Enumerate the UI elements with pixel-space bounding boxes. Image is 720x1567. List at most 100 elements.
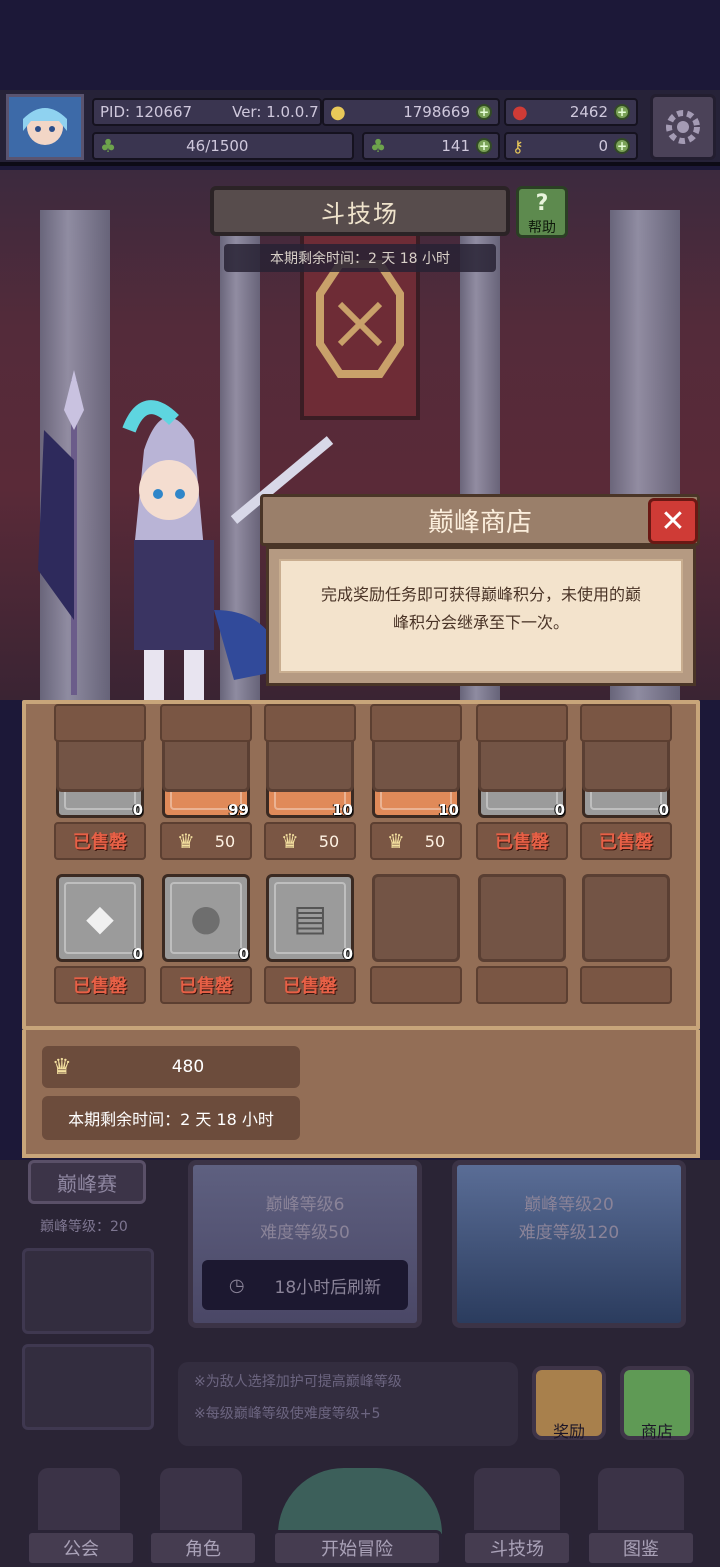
- nav-character[interactable]: 角色: [148, 1530, 258, 1566]
- empty-price-tag: [370, 704, 462, 742]
- reward-button[interactable]: 奖励: [532, 1366, 606, 1441]
- gem-counter: ● 2462 +: [504, 98, 638, 126]
- guild-icon: [38, 1468, 120, 1534]
- side-slot[interactable]: [22, 1344, 154, 1430]
- shop-panel: ▣0已售罄🧰99♛50☘10♛50✉10♛50✉0已售罄◆0已售罄◆0已售罄●0…: [22, 700, 700, 1030]
- sold-out-label: 已售罄: [73, 976, 127, 997]
- coin-icon: ●: [330, 101, 346, 123]
- magnifier-icon: [278, 1468, 442, 1534]
- item-quantity: 0: [132, 945, 143, 963]
- nav-arena[interactable]: 斗技场: [462, 1530, 572, 1566]
- version-text: Ver: 1.0.0.7: [232, 103, 319, 121]
- clover-icon: ♣: [370, 135, 387, 157]
- price-tag: 已售罄: [54, 822, 146, 860]
- close-button[interactable]: ✕: [648, 498, 698, 544]
- gem-value: 2462: [569, 103, 608, 121]
- side-slot[interactable]: [22, 1248, 154, 1334]
- add-gem-icon[interactable]: +: [614, 104, 630, 120]
- crown-icon: ♛: [52, 1054, 72, 1080]
- store-label: 商店: [640, 1422, 673, 1441]
- shop-item-slot[interactable]: ▤ 0: [266, 874, 354, 963]
- exp-bar: ♣ 46/1500: [92, 132, 354, 160]
- resource-bar: PID: 120667 Ver: 1.0.0.7 ● 1798669 + ● 2…: [0, 90, 720, 166]
- peak-level-text: 巅峰等级：20: [40, 1219, 128, 1235]
- top-blank-area: [0, 0, 720, 90]
- key-icon: ⚷: [512, 136, 524, 156]
- settings-button[interactable]: [650, 94, 716, 160]
- player-avatar[interactable]: [6, 94, 84, 160]
- gear-icon: [666, 110, 700, 144]
- item-quantity: 99: [228, 801, 249, 819]
- crown-icon: ♛: [386, 829, 405, 853]
- empty-price-tag: [370, 966, 462, 1004]
- item-quantity: 0: [132, 801, 143, 819]
- peak-points-bar: ♛ 480: [42, 1046, 300, 1088]
- stone-ore-icon: ●: [190, 897, 222, 939]
- reward-label: 奖励: [552, 1422, 585, 1441]
- note-line: ※每级巅峰等级使难度等级+5: [194, 1406, 381, 1422]
- refresh-text: 18小时后刷新: [274, 1277, 382, 1298]
- card1-peak-level: 巅峰等级6: [265, 1195, 345, 1215]
- add-clover-icon[interactable]: +: [476, 138, 492, 154]
- clover-value: 141: [441, 137, 470, 155]
- peak-notes: ※为敌人选择加护可提高巅峰等级 ※每级巅峰等级使难度等级+5: [178, 1362, 518, 1446]
- empty-price-tag: [264, 704, 356, 742]
- bottom-navigation: 公会 角色 开始冒险 斗技场 图鉴: [0, 1468, 720, 1567]
- empty-slot: [582, 874, 670, 962]
- shop-item-slot[interactable]: ◆0: [56, 874, 144, 963]
- price-tag: 已售罄: [580, 822, 672, 860]
- shop-remaining-time: 本期剩余时间：2 天 18 小时: [42, 1096, 300, 1140]
- store-button[interactable]: 商店: [620, 1366, 694, 1441]
- peak-match-button[interactable]: 巅峰赛: [28, 1160, 146, 1204]
- price-tag[interactable]: ♛ 50: [160, 822, 252, 860]
- price-value: 50: [318, 831, 340, 851]
- help-label: 帮助: [528, 220, 556, 236]
- sold-out-label: 已售罄: [73, 832, 127, 853]
- add-gold-icon[interactable]: +: [476, 104, 492, 120]
- close-icon: ✕: [660, 503, 686, 539]
- empty-price-tag: [476, 966, 568, 1004]
- exp-value: 46/1500: [186, 137, 249, 155]
- points-panel: ♛ 480 本期剩余时间：2 天 18 小时: [22, 1030, 700, 1158]
- book-icon: ▤: [292, 897, 327, 939]
- price-tag: 已售罄: [264, 966, 356, 1004]
- sold-out-label: 已售罄: [599, 832, 653, 853]
- crossed-swords-icon: [474, 1468, 560, 1534]
- red-gem-icon: ●: [512, 101, 528, 123]
- price-tag[interactable]: ♛ 50: [264, 822, 356, 860]
- key-value: 0: [598, 137, 608, 155]
- item-quantity: 0: [238, 945, 249, 963]
- empty-price-tag: [580, 966, 672, 1004]
- sold-out-label: 已售罄: [495, 832, 549, 853]
- price-tag: 已售罄: [476, 822, 568, 860]
- item-quantity: 0: [554, 801, 565, 819]
- item-quantity: 10: [332, 801, 353, 819]
- white-gem-icon: ◆: [86, 897, 114, 939]
- nav-start-adventure[interactable]: 开始冒险: [272, 1530, 442, 1566]
- empty-slot: [478, 874, 566, 962]
- nav-codex[interactable]: 图鉴: [586, 1530, 696, 1566]
- empty-price-tag: [54, 704, 146, 742]
- question-mark-icon: ?: [535, 191, 549, 216]
- price-tag: 已售罄: [54, 966, 146, 1004]
- shop-title: 巅峰商店: [260, 494, 700, 546]
- peak-card-2[interactable]: 巅峰等级20 难度等级120: [452, 1160, 686, 1328]
- price-tag[interactable]: ♛ 50: [370, 822, 462, 860]
- add-key-icon[interactable]: +: [614, 138, 630, 154]
- empty-price-tag: [580, 704, 672, 742]
- arena-remaining-time: 本期剩余时间：2 天 18 小时: [224, 244, 496, 272]
- codex-icon: [598, 1468, 684, 1534]
- help-button[interactable]: ? 帮助: [516, 186, 568, 238]
- card1-difficulty: 难度等级50: [260, 1223, 350, 1243]
- shop-description: 完成奖励任务即可获得巅峰积分，未使用的巅峰积分会继承至下一次。: [279, 559, 683, 673]
- nav-guild[interactable]: 公会: [26, 1530, 136, 1566]
- refresh-timer: ◷ 18小时后刷新: [202, 1260, 408, 1310]
- clover-counter: ♣ 141 +: [362, 132, 500, 160]
- arena-title: 斗技场: [210, 186, 510, 236]
- crown-icon: ♛: [280, 829, 299, 853]
- key-counter: ⚷ 0 +: [504, 132, 638, 160]
- card2-difficulty: 难度等级120: [518, 1223, 620, 1243]
- pid-version-bar: PID: 120667 Ver: 1.0.0.7: [92, 98, 322, 126]
- shop-item-slot[interactable]: ● 0: [162, 874, 250, 963]
- note-line: ※为敌人选择加护可提高巅峰等级: [194, 1374, 402, 1390]
